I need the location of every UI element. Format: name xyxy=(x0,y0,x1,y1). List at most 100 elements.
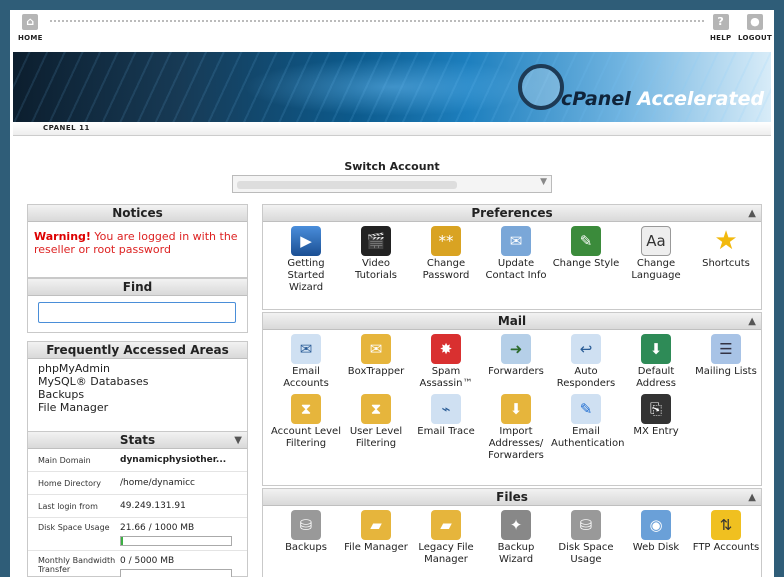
stat-label: Monthly Bandwidth Transfer xyxy=(38,556,116,574)
language-icon: Aa xyxy=(641,226,671,256)
user-filter-icon: ⧗ xyxy=(361,394,391,424)
help-link[interactable]: ? HELP xyxy=(710,14,731,42)
item-label: Default Address xyxy=(636,366,676,389)
frequent-link-file-manager[interactable]: File Manager xyxy=(38,401,237,414)
logo-product: Accelerated xyxy=(637,88,765,110)
logout-icon: ● xyxy=(747,14,764,30)
warning-label: Warning! xyxy=(34,230,91,243)
backups-link[interactable]: ⛁ Backups xyxy=(271,510,341,566)
item-label: Forwarders xyxy=(488,366,544,377)
item-label: Change Language xyxy=(631,258,681,281)
collapse-icon[interactable]: ▲ xyxy=(748,489,756,506)
mail-grid: ✉ Email Accounts ✉ BoxTrapper ✸ Spam Assass… xyxy=(263,330,761,466)
item-label: Change Password xyxy=(422,258,470,281)
frequent-link-backups[interactable]: Backups xyxy=(38,388,237,401)
files-panel: Files ▲ ⛁ Backups ▰ File Manager ▰ Legacy Fi… xyxy=(262,488,762,577)
shortcuts-link[interactable]: ★ Shortcuts xyxy=(691,226,761,294)
lock-icon: ** xyxy=(431,226,461,256)
change-password-link[interactable]: ** Change Password xyxy=(411,226,481,294)
backup-wizard-link[interactable]: ✦ Backup Wizard xyxy=(481,510,551,566)
frequent-list: phpMyAdmin MySQL® Databases Backups File… xyxy=(28,359,247,417)
version-label: CPANEL 11 xyxy=(43,124,90,132)
filter-icon: ⧗ xyxy=(291,394,321,424)
getting-started-wizard-link[interactable]: ▶ Getting Started Wizard xyxy=(271,226,341,294)
update-contact-info-link[interactable]: ✉ Update Contact Info xyxy=(481,226,551,294)
email-accounts-link[interactable]: ✉ Email Accounts xyxy=(271,334,341,390)
import-addresses-link[interactable]: ⬇ Import Addresses/ Forwarders xyxy=(481,394,551,462)
stat-value: dynamicphysiother... xyxy=(120,455,227,465)
frequent-link-phpmyadmin[interactable]: phpMyAdmin xyxy=(38,362,237,375)
bandwidth-bar xyxy=(120,569,232,577)
email-trace-link[interactable]: ⌁ Email Trace xyxy=(411,394,481,462)
help-label: HELP xyxy=(710,34,732,42)
notices-panel: Notices Warning! You are logged in with … xyxy=(27,204,248,278)
authentication-icon: ✎ xyxy=(571,394,601,424)
item-label: Email Trace xyxy=(417,426,475,437)
item-label: Auto Responders xyxy=(556,366,616,389)
cpanel-window: ⌂ HOME ? HELP ● LOGOUT cPanel Accelerate… xyxy=(10,10,774,577)
cpanel-logo-text: cPanel Accelerated 2 xyxy=(561,88,771,122)
preferences-grid: ▶ Getting Started Wizard 🎬 Video Tutorials… xyxy=(263,222,761,298)
stat-value: 21.66 / 1000 MB xyxy=(120,523,195,533)
collapse-icon[interactable]: ▼ xyxy=(234,432,242,449)
find-input[interactable] xyxy=(38,302,236,323)
folder-icon: ▰ xyxy=(361,510,391,540)
item-label: Update Contact Info xyxy=(485,258,547,281)
disk-icon: ⛁ xyxy=(571,510,601,540)
switch-account: Switch Account ▼ xyxy=(10,160,774,196)
disk-space-usage-link[interactable]: ⛁ Disk Space Usage xyxy=(551,510,621,566)
collapse-icon[interactable]: ▲ xyxy=(748,205,756,222)
forwarders-link[interactable]: ➜ Forwarders xyxy=(481,334,551,390)
find-title: Find xyxy=(28,279,247,296)
account-level-filtering-link[interactable]: ⧗ Account Level Filtering xyxy=(271,394,341,462)
account-select[interactable]: ▼ xyxy=(232,175,552,193)
disk-usage-bar xyxy=(120,536,232,546)
logout-link[interactable]: ● LOGOUT xyxy=(738,14,772,42)
notices-title: Notices xyxy=(28,205,247,222)
frequent-panel: Frequently Accessed Areas phpMyAdmin MyS… xyxy=(27,341,248,433)
file-manager-link[interactable]: ▰ File Manager xyxy=(341,510,411,566)
auto-responders-link[interactable]: ↩ Auto Responders xyxy=(551,334,621,390)
envelope-icon: ✉ xyxy=(291,334,321,364)
backup-icon: ⛁ xyxy=(291,510,321,540)
frequent-link-mysql[interactable]: MySQL® Databases xyxy=(38,375,237,388)
stat-row: Monthly Bandwidth Transfer 0 / 5000 MB xyxy=(28,551,247,577)
mail-panel: Mail ▲ ✉ Email Accounts ✉ BoxTrapper ✸ Spam … xyxy=(262,312,762,486)
user-level-filtering-link[interactable]: ⧗ User Level Filtering xyxy=(341,394,411,462)
legacy-file-manager-link[interactable]: ▰ Legacy File Manager xyxy=(411,510,481,566)
stats-title: Stats xyxy=(119,433,156,447)
help-icon: ? xyxy=(712,14,729,30)
change-language-link[interactable]: Aa Change Language xyxy=(621,226,691,294)
find-panel: Find xyxy=(27,278,248,333)
home-link[interactable]: ⌂ HOME xyxy=(18,14,43,42)
boxtrapper-link[interactable]: ✉ BoxTrapper xyxy=(341,334,411,390)
mx-entry-link[interactable]: ⎘ MX Entry xyxy=(621,394,691,462)
switch-account-title: Switch Account xyxy=(344,160,440,173)
spam-assassin-link[interactable]: ✸ Spam Assassin™ xyxy=(411,334,481,390)
change-style-link[interactable]: ✎ Change Style xyxy=(551,226,621,294)
spamassassin-icon: ✸ xyxy=(431,334,461,364)
item-label: Backup Wizard xyxy=(497,542,535,565)
video-tutorials-link[interactable]: 🎬 Video Tutorials xyxy=(341,226,411,294)
mail-header: Mail ▲ xyxy=(263,313,761,330)
autoresponder-icon: ↩ xyxy=(571,334,601,364)
import-icon: ⬇ xyxy=(501,394,531,424)
collapse-icon[interactable]: ▲ xyxy=(748,313,756,330)
mailing-lists-link[interactable]: ☰ Mailing Lists xyxy=(691,334,761,390)
play-icon: ▶ xyxy=(291,226,321,256)
default-address-link[interactable]: ⬇ Default Address xyxy=(621,334,691,390)
stat-value: 49.249.131.91 xyxy=(120,501,186,511)
ftp-accounts-link[interactable]: ⇅ FTP Accounts xyxy=(691,510,761,566)
stats-panel: Stats ▼ Main Domain dynamicphysiother... … xyxy=(27,431,248,577)
web-disk-link[interactable]: ◉ Web Disk xyxy=(621,510,691,566)
film-icon: 🎬 xyxy=(361,226,391,256)
files-header: Files ▲ xyxy=(263,489,761,506)
stat-label: Home Directory xyxy=(38,478,102,488)
item-label: Web Disk xyxy=(632,542,680,553)
banner: cPanel Accelerated 2 xyxy=(13,52,771,122)
email-authentication-link[interactable]: ✎ Email Authentication xyxy=(551,394,624,462)
stat-row: Main Domain dynamicphysiother... xyxy=(28,449,247,472)
stats-header: Stats ▼ xyxy=(28,432,247,449)
chevron-down-icon: ▼ xyxy=(540,177,547,187)
mailing-list-icon: ☰ xyxy=(711,334,741,364)
